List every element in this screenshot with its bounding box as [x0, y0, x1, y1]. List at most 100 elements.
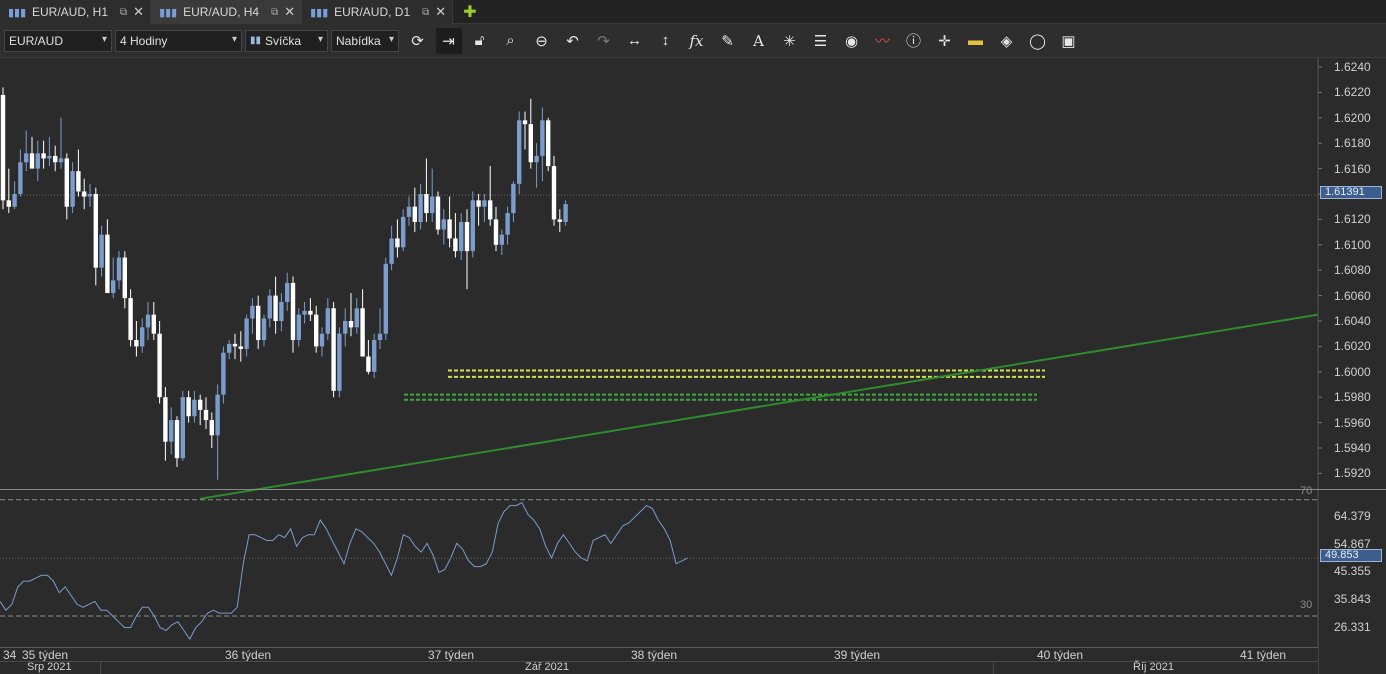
candle-body: [174, 420, 180, 459]
candle-body: [389, 238, 394, 264]
redo-icon[interactable]: ↷: [591, 28, 617, 54]
time-axis[interactable]: 34 35 týden 36 týden 37 týden 38 týden 3…: [0, 647, 1318, 674]
price-tick-label: 1.5960: [1334, 415, 1371, 430]
price-chart[interactable]: [0, 0, 1386, 674]
price-side-select[interactable]: Nabídka ▾: [331, 29, 399, 52]
layers-icon[interactable]: ☰: [808, 28, 834, 54]
symbol-select[interactable]: EUR/AUD ▾: [4, 29, 112, 52]
tab-eur-aud-h1[interactable]: ▮▮▮ EUR/AUD, H1 ⧉ ✕: [0, 0, 152, 24]
candle-body: [285, 282, 290, 302]
week-label: 34: [3, 648, 17, 662]
pencil-icon[interactable]: ✎: [715, 28, 741, 54]
trendline[interactable]: [199, 313, 1319, 500]
candle-body: [464, 221, 470, 252]
undo-icon[interactable]: ↶: [560, 28, 586, 54]
popout-icon[interactable]: ⧉: [271, 7, 278, 18]
candle-body: [279, 301, 284, 321]
candle-body: [343, 321, 348, 334]
price-tick-label: 1.5980: [1334, 390, 1371, 405]
fx-icon[interactable]: fx: [684, 28, 710, 54]
candle-body: [198, 399, 203, 410]
vertical-resize-icon[interactable]: ↕: [653, 28, 679, 54]
scroll-right-icon[interactable]: ⇥: [435, 27, 462, 54]
close-icon[interactable]: ✕: [284, 4, 295, 20]
price-tick-label: 1.6000: [1334, 364, 1371, 379]
lock-icon[interactable]: 🔓︎: [467, 28, 493, 54]
candle-body: [488, 200, 493, 220]
candle-body: [227, 343, 232, 353]
candle-body: [296, 314, 301, 341]
refresh-icon[interactable]: ⟳: [405, 28, 431, 54]
price-tick-label: 1.6060: [1334, 288, 1371, 303]
rsi-tick-label: 45.355: [1334, 564, 1371, 579]
color-bar-icon[interactable]: ▬: [963, 28, 989, 54]
tab-eur-aud-h4[interactable]: ▮▮▮ EUR/AUD, H4 ⧉ ✕: [151, 0, 303, 24]
candle-body: [348, 321, 354, 328]
week-label: 39 týden: [834, 648, 881, 662]
indicator-icon[interactable]: 〰: [870, 28, 896, 54]
candle-body: [47, 155, 52, 159]
horizontal-resize-icon[interactable]: ↔: [622, 28, 648, 54]
candle-body: [476, 200, 481, 207]
pane-divider[interactable]: [0, 489, 1386, 490]
candle-body: [557, 219, 562, 222]
candle-body: [563, 204, 568, 222]
price-gridlines: [1318, 66, 1322, 474]
price-tick-label: 1.6120: [1334, 212, 1371, 227]
time-axis-divider: [0, 661, 1318, 662]
candle-body: [314, 314, 319, 347]
candle-body: [209, 420, 214, 436]
zoom-icon[interactable]: ⌕: [498, 28, 524, 54]
week-label: 35 týden: [22, 648, 69, 662]
candle-body: [546, 120, 551, 167]
tab-label: EUR/AUD, H1: [32, 5, 109, 19]
tab-eur-aud-d1[interactable]: ▮▮▮ EUR/AUD, D1 ⧉ ✕: [302, 0, 454, 24]
trading-platform-window: ▮▮▮ EUR/AUD, H1 ⧉ ✕ ▮▮▮ EUR/AUD, H4 ⧉ ✕ …: [0, 0, 1386, 674]
tab-label: EUR/AUD, D1: [334, 5, 411, 19]
candle-body: [517, 120, 522, 184]
eye-icon[interactable]: ◉: [839, 28, 865, 54]
week-label: 40 týden: [1037, 648, 1084, 662]
chevron-down-icon: ▾: [317, 33, 323, 45]
week-label: 38 týden: [631, 648, 678, 662]
rsi-current-badge: 49.853: [1320, 549, 1382, 562]
popout-icon[interactable]: ⧉: [422, 7, 429, 18]
candle-body: [493, 219, 499, 245]
paint-bucket-icon[interactable]: ◈: [994, 28, 1020, 54]
close-icon[interactable]: ✕: [435, 4, 446, 20]
text-icon[interactable]: A: [746, 28, 772, 54]
candle-body: [221, 352, 226, 395]
chart-toolbar: EUR/AUD ▾ 4 Hodiny ▾ ▮▮ Svíčka ▾ Nabídka…: [0, 24, 1386, 58]
candle-body: [528, 124, 533, 163]
candle-body: [151, 314, 156, 334]
info-icon[interactable]: ⓘ: [901, 28, 927, 54]
settings-ring-icon[interactable]: ◯: [1025, 28, 1051, 54]
zoom-out-icon[interactable]: ⊖: [529, 28, 555, 54]
candle-body: [105, 234, 110, 294]
candle-body: [319, 333, 325, 347]
add-chart-icon[interactable]: ✚: [453, 0, 486, 24]
candle-body: [244, 318, 249, 349]
candle-body: [180, 397, 185, 459]
timeframe-select[interactable]: 4 Hodiny ▾: [115, 29, 242, 52]
cursor-cross-icon[interactable]: ✛: [932, 28, 958, 54]
close-icon[interactable]: ✕: [133, 4, 144, 20]
candle-body: [395, 238, 400, 248]
candle-body: [522, 120, 528, 125]
month-label: Srp 2021: [27, 661, 72, 673]
crosshair-icon[interactable]: ✳: [777, 28, 803, 54]
candle-body: [35, 153, 40, 169]
week-label: 37 týden: [428, 648, 475, 662]
candle-body: [424, 194, 429, 214]
support-zones[interactable]: [404, 369, 1045, 401]
candle-body: [418, 194, 423, 222]
popout-icon[interactable]: ⧉: [120, 7, 127, 18]
save-icon[interactable]: ▣: [1056, 28, 1082, 54]
candle-body: [0, 94, 6, 201]
candle-body: [238, 346, 243, 349]
chart-type-select[interactable]: ▮▮ Svíčka ▾: [245, 29, 328, 52]
candle-body: [331, 308, 336, 391]
month-divider: [993, 661, 994, 674]
timeframe-select-value: 4 Hodiny: [120, 33, 168, 48]
candle-body: [163, 397, 168, 442]
